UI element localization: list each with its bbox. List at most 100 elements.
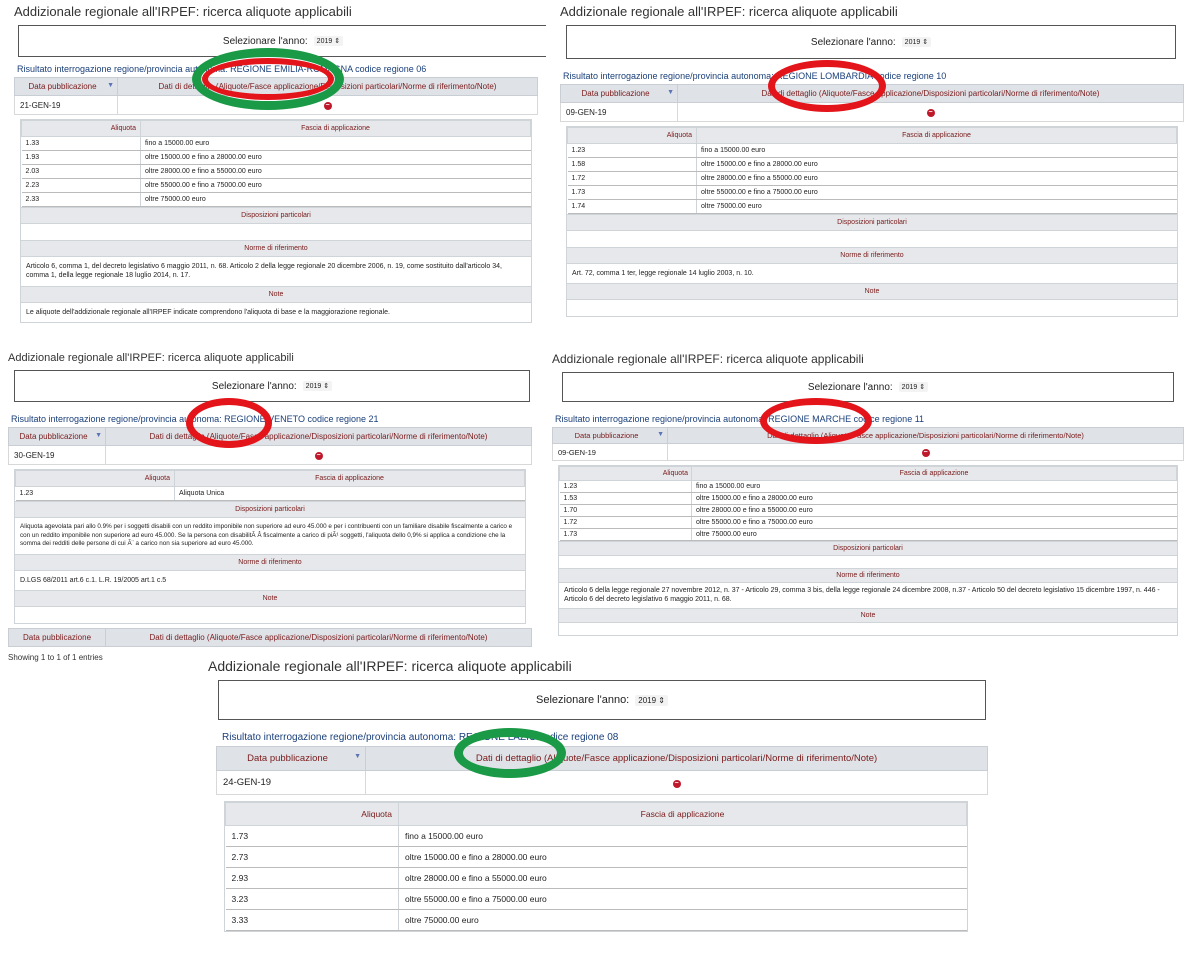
region-code: 06 <box>416 64 427 74</box>
details-toggle-cell: − <box>365 770 988 795</box>
code-prefix: codice regione <box>872 71 937 81</box>
panel-marche: Addizionale regionale all'IRPEF: ricerca… <box>546 346 1190 646</box>
year-select[interactable]: 2019 ⇕ <box>901 37 932 47</box>
rate-value: 1.93 <box>21 150 141 165</box>
details-toggle-cell: − <box>667 443 1184 461</box>
table-row: 1.72 oltre 55000.00 e fino a 75000.00 eur… <box>559 516 1177 529</box>
col-date-label: Data pubblicazione <box>28 82 97 91</box>
table-row: 2.33 oltre 75000.00 euro <box>21 192 531 207</box>
region-name: REGIONE MARCHE <box>768 414 852 424</box>
col-date-header[interactable]: Data pubblicazione ▼ <box>552 427 668 444</box>
region-name: REGIONE LAZIO <box>458 732 537 743</box>
col-date-header[interactable]: Data pubblicazione ▼ <box>8 427 106 446</box>
year-select[interactable]: 2019 ⇕ <box>898 382 929 392</box>
col-details-header: Dati di dettaglio (Aliquote/Fasce applic… <box>117 77 538 96</box>
norms-header: Norme di riferimento <box>21 240 531 257</box>
col-date-header[interactable]: Data pubblicazione ▼ <box>14 77 118 96</box>
year-select[interactable]: 2019 ⇕ <box>635 694 668 706</box>
rate-value: 1.23 <box>15 486 175 501</box>
band-value: oltre 15000.00 e fino a 28000.00 euro <box>140 150 531 165</box>
rate-value: 2.03 <box>21 164 141 179</box>
year-selector-box: Selezionare l'anno: 2019 ⇕ <box>14 370 530 402</box>
collapse-minus-icon[interactable]: − <box>323 102 332 110</box>
region-code: 10 <box>936 71 947 81</box>
panel-lombardia: Addizionale regionale all'IRPEF: ricerca… <box>552 4 1192 342</box>
table-row: 1.74 oltre 75000.00 euro <box>567 199 1177 214</box>
year-select[interactable]: 2019 ⇕ <box>313 36 344 46</box>
band-value: oltre 75000.00 euro <box>398 909 967 931</box>
detail-box: Aliquota Fascia di applicazione 1.23 fino … <box>566 126 1178 318</box>
year-selector-box: Selezionare l'anno: 2019 ⇕ <box>218 680 986 720</box>
collapse-minus-icon[interactable]: − <box>921 449 930 457</box>
details-toggle-cell: − <box>677 102 1184 122</box>
table-row: 1.58 oltre 15000.00 e fino a 28000.00 eur… <box>567 157 1177 172</box>
table-row: 1.93 oltre 15000.00 e fino a 28000.00 eur… <box>21 150 531 165</box>
table-row: 1.70 oltre 28000.00 e fino a 55000.00 eur… <box>559 504 1177 517</box>
special-provisions-text <box>21 224 531 240</box>
col-details-header: Dati di dettaglio (Aliquote/Fasce applic… <box>677 84 1184 103</box>
results-table-footer: Data pubblicazione Dati di dettaglio (Al… <box>8 627 532 647</box>
table-row: 2.03 oltre 28000.00 e fino a 55000.00 eur… <box>21 164 531 179</box>
band-value: oltre 28000.00 e fino a 55000.00 euro <box>696 171 1177 186</box>
table-row: 1.72 oltre 28000.00 e fino a 55000.00 eur… <box>567 171 1177 186</box>
year-value: 2019 <box>638 695 657 705</box>
year-selector-box: Selezionare l'anno: 2019 ⇕ <box>566 25 1176 59</box>
table-row: 1.73 fino a 15000.00 euro <box>225 825 967 847</box>
page-title: Addizionale regionale all'IRPEF: ricerca… <box>14 4 352 19</box>
col-details-header: Dati di dettaglio (Aliquote/Fasce applic… <box>365 746 988 771</box>
select-year-label: Selezionare l'anno: <box>536 694 630 706</box>
col-rate-header: Aliquota <box>225 802 399 826</box>
rate-value: 1.23 <box>559 480 692 493</box>
collapse-minus-icon[interactable]: − <box>314 452 323 460</box>
norms-text: Articolo 6, comma 1, del decreto legisla… <box>26 263 502 280</box>
band-value: fino a 15000.00 euro <box>696 143 1177 158</box>
col-date-header[interactable]: Data pubblicazione ▼ <box>560 84 678 103</box>
col-rate-header: Aliquota <box>559 466 692 481</box>
table-row: 3.23 oltre 55000.00 e fino a 75000.00 eur… <box>225 888 967 910</box>
table-row: 2.23 oltre 55000.00 e fino a 75000.00 eur… <box>21 178 531 193</box>
col-date-header[interactable]: Data pubblicazione ▼ <box>216 746 366 771</box>
col-band-header: Fascia di applicazione <box>398 802 967 826</box>
collapse-minus-icon[interactable]: − <box>672 780 681 788</box>
sort-desc-icon[interactable]: ▼ <box>107 82 114 89</box>
year-select[interactable]: 2019 ⇕ <box>302 381 333 391</box>
band-value: oltre 55000.00 e fino a 75000.00 euro <box>140 178 531 193</box>
results-table: Data pubblicazione ▼ Dati di dettaglio (A… <box>216 746 988 795</box>
special-provisions-text: Aliquota agevolata pari allo 0.9% per i … <box>20 523 513 547</box>
band-value: oltre 75000.00 euro <box>691 528 1177 541</box>
band-value: fino a 15000.00 euro <box>691 480 1177 493</box>
notes-text <box>567 300 1177 316</box>
panel-veneto: Addizionale regionale all'IRPEF: ricerca… <box>2 346 538 668</box>
sort-desc-icon[interactable]: ▼ <box>95 432 102 439</box>
sort-desc-icon[interactable]: ▼ <box>354 753 361 760</box>
notes-text <box>559 623 1177 635</box>
table-row: 1.23 fino a 15000.00 euro <box>559 480 1177 493</box>
col-rate-header: Aliquota <box>567 127 697 144</box>
col-rate-header: Aliquota <box>21 120 141 137</box>
table-row: 3.33 oltre 75000.00 euro <box>225 909 967 931</box>
rates-table: Aliquota Fascia di applicazione 1.23 fino … <box>559 466 1177 541</box>
col-date-label: Data pubblicazione <box>19 432 88 441</box>
sort-desc-icon[interactable]: ▼ <box>657 431 664 438</box>
rate-value: 1.23 <box>567 143 697 158</box>
year-value: 2019 <box>305 383 322 390</box>
year-value: 2019 <box>901 384 918 391</box>
band-value: oltre 55000.00 e fino a 75000.00 euro <box>696 185 1177 200</box>
detail-box: Aliquota Fascia di applicazione 1.23 Aliqu… <box>14 469 526 624</box>
col-band-header: Fascia di applicazione <box>691 466 1177 481</box>
rate-value: 1.73 <box>559 528 692 541</box>
rate-value: 1.72 <box>567 171 697 186</box>
norms-text: D.LGS 68/2011 art.6 c.1. L.R. 19/2005 ar… <box>20 576 167 584</box>
publication-date: 30-GEN-19 <box>8 445 106 465</box>
band-value: oltre 15000.00 e fino a 28000.00 euro <box>691 492 1177 505</box>
col-details-header: Dati di dettaglio (Aliquote/Fasce applic… <box>105 427 532 446</box>
table-row: 2.73 oltre 15000.00 e fino a 28000.00 eur… <box>225 846 967 868</box>
special-provisions-header: Disposizioni particolari <box>21 207 531 224</box>
rate-value: 2.23 <box>21 178 141 193</box>
sort-desc-icon[interactable]: ▼ <box>667 89 674 96</box>
select-year-label: Selezionare l'anno: <box>807 381 893 393</box>
code-prefix: codice regione <box>536 732 608 743</box>
collapse-minus-icon[interactable]: − <box>926 109 935 117</box>
table-row: 1.53 oltre 15000.00 e fino a 28000.00 eur… <box>559 492 1177 505</box>
norms-header: Norme di riferimento <box>567 247 1177 264</box>
